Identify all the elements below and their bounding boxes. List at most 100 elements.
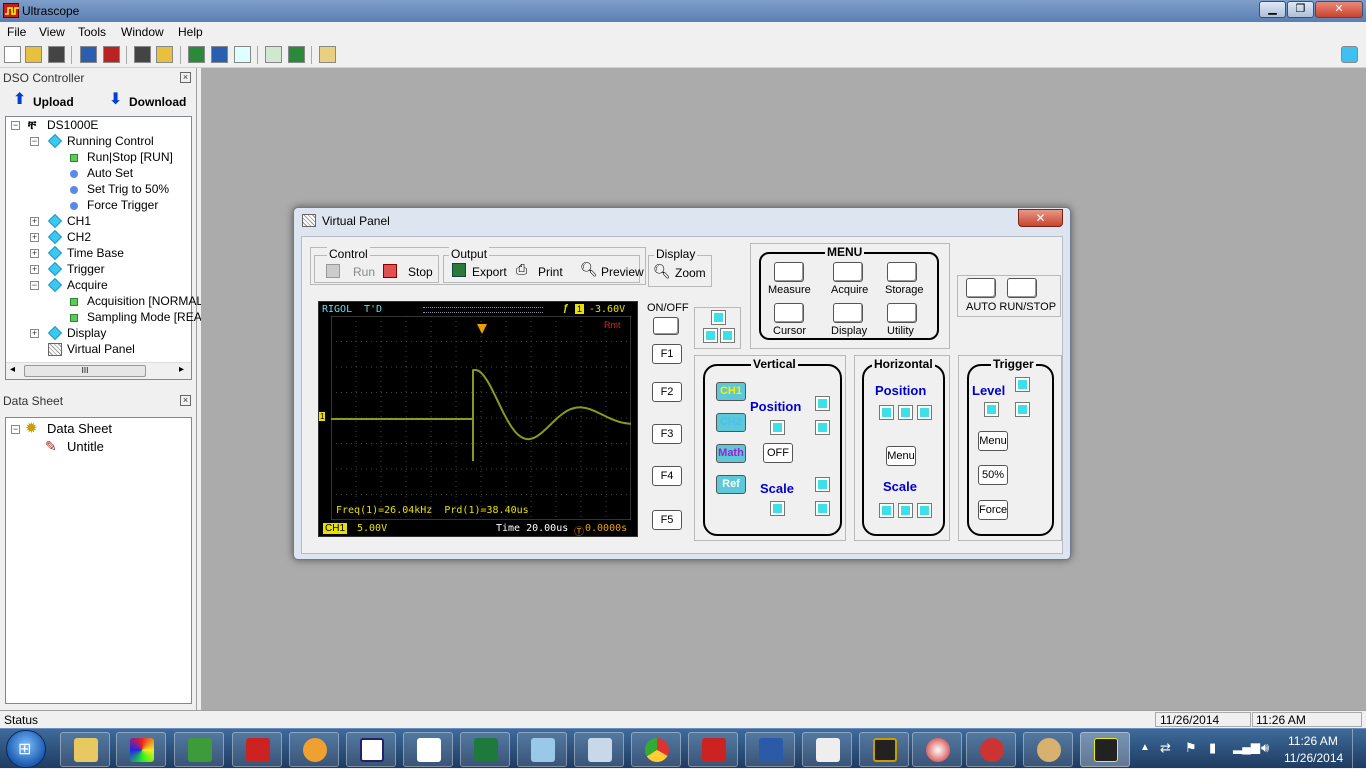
taskbar-app-2[interactable] — [116, 732, 166, 767]
taskbar-app-17[interactable] — [966, 732, 1016, 767]
close-pane-icon[interactable]: × — [180, 395, 191, 406]
taskbar-word[interactable] — [745, 732, 795, 767]
connect-icon[interactable] — [80, 46, 97, 63]
horizontal-position-zero-button[interactable] — [898, 405, 913, 420]
trigger-level-zero-button[interactable] — [984, 402, 999, 417]
tree-trigger[interactable]: Trigger — [67, 262, 105, 276]
title-bar[interactable]: Ultrascope ▁ ❐ ✕ — [0, 0, 1366, 22]
copy-icon[interactable] — [265, 46, 282, 63]
zoom-button[interactable]: Zoom — [675, 266, 706, 280]
run-button[interactable]: Run — [353, 265, 375, 279]
menu-window[interactable]: Window — [121, 25, 164, 39]
waveform-icon[interactable] — [188, 46, 205, 63]
trigger-menu-button[interactable]: Menu — [978, 431, 1008, 451]
taskbar-explorer[interactable] — [60, 732, 110, 767]
ch1-button[interactable]: CH1 — [716, 382, 746, 401]
run-stop-button[interactable] — [1007, 278, 1037, 298]
f4-button[interactable]: F4 — [652, 466, 682, 486]
start-button[interactable]: ⊞ — [6, 730, 46, 768]
scroll-thumb[interactable]: III — [24, 365, 146, 377]
minimize-button[interactable]: ▁ — [1259, 1, 1286, 18]
tree-untitle[interactable]: Untitle — [67, 439, 104, 454]
knob-push-button[interactable] — [711, 310, 726, 325]
close-pane-icon[interactable]: × — [180, 72, 191, 83]
taskbar-chrome[interactable] — [631, 732, 681, 767]
network-share-icon[interactable]: ⇄ — [1160, 740, 1171, 756]
taskbar-app-7[interactable] — [403, 732, 453, 767]
close-button[interactable]: ✕ — [1315, 1, 1363, 18]
tree-auto-set[interactable]: Auto Set — [87, 166, 133, 180]
taskbar-acrobat[interactable] — [688, 732, 738, 767]
vertical-position-up-button[interactable] — [815, 396, 830, 411]
taskbar-app-9[interactable] — [517, 732, 567, 767]
save-icon[interactable] — [48, 46, 65, 63]
tree-data-sheet[interactable]: Data Sheet — [47, 421, 112, 436]
vertical-position-zero-button[interactable] — [770, 420, 785, 435]
new-file-icon[interactable] — [4, 46, 21, 63]
storage-button[interactable] — [887, 262, 917, 282]
display-button[interactable] — [833, 303, 863, 323]
expand-icon[interactable]: + — [30, 329, 39, 338]
settings-gear-icon[interactable] — [156, 46, 173, 63]
collapse-icon[interactable]: − — [30, 281, 39, 290]
measure-button[interactable] — [774, 262, 804, 282]
export-image-icon[interactable] — [288, 46, 305, 63]
print-button[interactable]: Print — [538, 265, 563, 279]
taskbar-ltspice[interactable] — [232, 732, 282, 767]
tree-set-trig[interactable]: Set Trig to 50% — [87, 182, 169, 196]
show-desktop-button[interactable] — [1352, 729, 1366, 769]
scroll-right-icon[interactable]: ▸ — [179, 364, 184, 375]
tree-force-trigger[interactable]: Force Trigger — [87, 198, 158, 212]
taskbar-app-16[interactable] — [912, 732, 962, 767]
tree-virtual-panel[interactable]: Virtual Panel — [67, 342, 135, 356]
f1-button[interactable]: F1 — [652, 344, 682, 364]
taskbar-ultrascope[interactable] — [1080, 732, 1130, 767]
tree-running-control[interactable]: Running Control — [67, 134, 154, 148]
tree-sampling-mode[interactable]: Sampling Mode [REAL — [87, 310, 208, 324]
signal-icon[interactable]: ▂▄▆ — [1233, 740, 1260, 754]
menu-file[interactable]: File — [7, 25, 26, 39]
trigger-level-down-button[interactable] — [1015, 402, 1030, 417]
collapse-icon[interactable]: − — [11, 425, 20, 434]
expand-icon[interactable]: + — [30, 249, 39, 258]
tree-ch1[interactable]: CH1 — [67, 214, 91, 228]
collapse-icon[interactable]: − — [11, 121, 20, 130]
math-button[interactable]: Math — [716, 444, 746, 463]
help-icon[interactable] — [319, 46, 336, 63]
taskbar-app-3[interactable] — [174, 732, 224, 767]
restore-pane-icon[interactable] — [1341, 46, 1358, 63]
menu-help[interactable]: Help — [178, 25, 203, 39]
close-icon[interactable]: ✕ — [1018, 209, 1063, 227]
clock-time[interactable]: 11:26 AM — [1288, 734, 1338, 748]
trigger-force-button[interactable]: Force — [978, 500, 1008, 520]
tree-ds1000e[interactable]: DS1000E — [47, 118, 98, 132]
open-folder-icon[interactable] — [25, 46, 42, 63]
knob-left-button[interactable] — [703, 328, 718, 343]
taskbar-excel[interactable] — [460, 732, 510, 767]
tree-acquisition[interactable]: Acquisition [NORMAL — [87, 294, 203, 308]
flag-icon[interactable]: ⚑ — [1185, 740, 1197, 756]
taskbar-calculator[interactable] — [574, 732, 624, 767]
f2-button[interactable]: F2 — [652, 382, 682, 402]
taskbar-app-15[interactable] — [859, 732, 909, 767]
f3-button[interactable]: F3 — [652, 424, 682, 444]
maximize-button[interactable]: ❐ — [1287, 1, 1314, 18]
expand-icon[interactable]: + — [30, 217, 39, 226]
horizontal-scale-zero-button[interactable] — [898, 503, 913, 518]
stop-button[interactable]: Stop — [408, 265, 433, 279]
ch2-button[interactable]: CH2 — [716, 413, 746, 432]
scroll-left-icon[interactable]: ◂ — [10, 364, 15, 375]
expand-icon[interactable]: + — [30, 265, 39, 274]
trigger-level-up-button[interactable] — [1015, 377, 1030, 392]
expand-icon[interactable]: + — [30, 233, 39, 242]
download-button[interactable]: ⬇ Download — [109, 91, 194, 111]
menu-tools[interactable]: Tools — [78, 25, 106, 39]
horizontal-position-right-button[interactable] — [917, 405, 932, 420]
vertical-position-down-button[interactable] — [815, 420, 830, 435]
upload-button[interactable]: ⬆ Upload — [13, 91, 88, 111]
off-button[interactable]: OFF — [763, 443, 793, 463]
taskbar-audio[interactable] — [289, 732, 339, 767]
taskbar-app-6[interactable] — [346, 732, 396, 767]
export-button[interactable]: Export — [472, 265, 507, 279]
taskbar-app-14[interactable] — [802, 732, 852, 767]
